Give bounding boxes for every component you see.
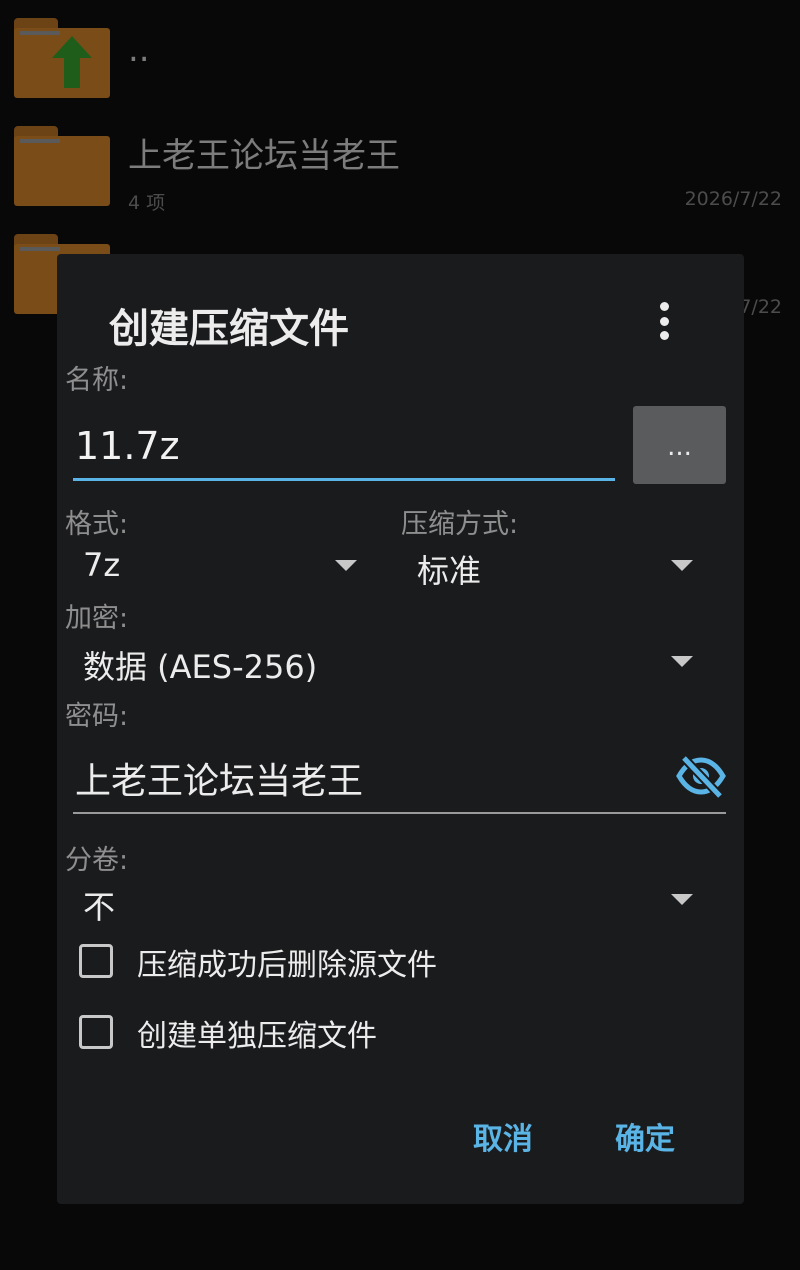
folder-icon [14, 126, 110, 206]
password-label: 密码: [65, 701, 129, 732]
method-value: 标准 [417, 552, 482, 590]
create-archive-dialog: 创建压缩文件 名称: 11.7z ... 格式: 7z 压缩方式: 标准 加密:… [57, 254, 744, 1204]
format-value: 7z [83, 546, 121, 584]
delete-source-checkbox[interactable] [79, 944, 113, 978]
chevron-down-icon [671, 894, 693, 905]
cancel-button[interactable]: 取消 [473, 1114, 533, 1158]
archive-name-value: 11.7z [75, 424, 180, 468]
file-row-parent[interactable]: .. [0, 0, 800, 100]
more-options-icon[interactable] [647, 298, 681, 344]
up-arrow-icon [52, 36, 92, 88]
encrypt-label: 加密: [65, 603, 129, 634]
browse-button[interactable]: ... [633, 406, 726, 484]
format-label: 格式: [65, 509, 129, 540]
ok-button[interactable]: 确定 [615, 1114, 675, 1158]
separate-archive-checkbox[interactable] [79, 1015, 113, 1049]
file-row[interactable]: 上老王论坛当老王 4 项 2026/7/22 [0, 120, 800, 220]
file-date: 2026/7/22 [684, 188, 782, 210]
file-name: 上老王论坛当老王 [128, 136, 400, 176]
password-input[interactable]: 上老王论坛当老王 [73, 754, 726, 814]
file-item-count: 4 项 [128, 192, 166, 214]
name-label: 名称: [65, 365, 129, 396]
separate-archive-label: 创建单独压缩文件 [137, 1019, 377, 1054]
password-value: 上老王论坛当老王 [75, 761, 364, 802]
eye-off-icon[interactable] [676, 754, 726, 798]
folder-up-icon [14, 18, 110, 98]
encrypt-value: 数据 (AES-256) [83, 648, 318, 686]
dialog-title: 创建压缩文件 [109, 306, 349, 352]
chevron-down-icon [671, 560, 693, 571]
file-name: .. [128, 30, 150, 70]
split-value: 不 [83, 888, 116, 926]
method-label: 压缩方式: [401, 509, 519, 540]
chevron-down-icon [335, 560, 357, 571]
file-date: 7/22 [739, 296, 782, 318]
delete-source-label: 压缩成功后删除源文件 [137, 948, 437, 983]
split-label: 分卷: [65, 845, 129, 876]
chevron-down-icon [671, 656, 693, 667]
archive-name-input[interactable]: 11.7z [73, 412, 615, 481]
